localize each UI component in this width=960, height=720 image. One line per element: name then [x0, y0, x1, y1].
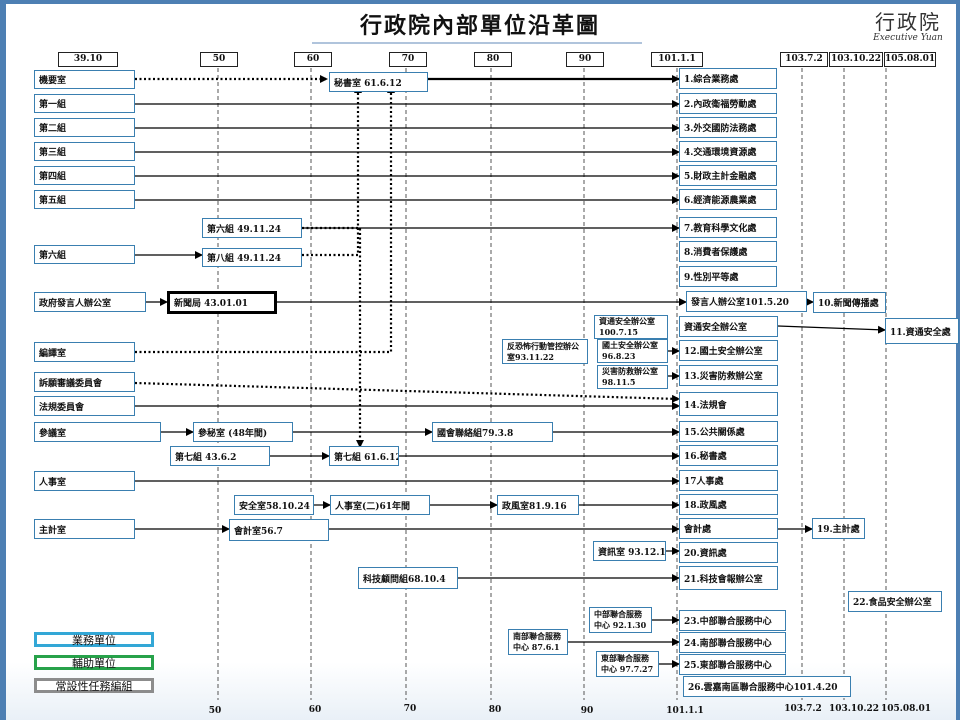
unit-jiyao: 機要室 — [34, 70, 135, 89]
timeline-bottom-103-10-22: 103.10.22 — [828, 704, 880, 714]
current-unit-1: 1.綜合業務處 — [679, 68, 777, 89]
current-unit-14: 14.法規會 — [679, 392, 778, 416]
current-unit-spokesperson: 發言人辦公室101.5.20 — [686, 291, 807, 312]
timeline-bottom-70: 70 — [403, 704, 417, 714]
timeline-bottom-80: 80 — [488, 705, 502, 715]
unit-zu8-49: 第八組 49.11.24 — [202, 248, 302, 267]
unit-zu2: 第二組 — [34, 118, 135, 137]
unit-zu1: 第一組 — [34, 94, 135, 113]
timeline-top-90: 90 — [566, 52, 604, 67]
legend-task-unit: 常設性任務編組 — [34, 678, 154, 693]
unit-suyuan: 訴願審議委員會 — [34, 372, 135, 392]
current-unit-24: 24.南部聯合服務中心 — [679, 632, 786, 653]
current-unit-12: 12.國土安全辦公室 — [679, 340, 778, 361]
later-unit-19: 19.主計處 — [812, 518, 865, 539]
unit-renshi: 人事室 — [34, 471, 135, 491]
timeline-top-80: 80 — [474, 52, 512, 67]
connector-lines — [134, 68, 887, 700]
unit-canmi: 參秘室 (48年間) — [193, 422, 293, 442]
current-unit-8: 8.消費者保護處 — [679, 241, 777, 262]
current-unit-13: 13.災害防救辦公室 — [679, 365, 778, 386]
unit-nanbu-87: 南部聯合服務中心 87.6.1 — [508, 629, 568, 655]
unit-kuaiji-56: 會計室56.7 — [229, 519, 329, 541]
unit-zaihai-98: 災害防救辦公室98.11.5 — [597, 365, 668, 389]
later-unit-11: 11.資通安全處 — [885, 318, 959, 344]
unit-guotu-anquan-96: 國土安全辦公室 96.8.23 — [597, 339, 668, 363]
timeline-top-60: 60 — [294, 52, 332, 67]
current-unit-kuaiji: 會計處 — [679, 518, 778, 539]
unit-bianyi: 編譯室 — [34, 342, 135, 362]
current-unit-18: 18.政風處 — [679, 494, 778, 515]
current-unit-15: 15.公共關係處 — [679, 421, 778, 442]
timeline-bottom-60: 60 — [308, 705, 322, 715]
current-unit-5: 5.財政主計金融處 — [679, 165, 777, 186]
current-unit-zixun-anquan: 資通安全辦公室 — [679, 316, 778, 337]
unit-zu4: 第四組 — [34, 166, 135, 185]
current-unit-9: 9.性別平等處 — [679, 266, 777, 287]
unit-zhengfeng-81: 政風室81.9.16 — [497, 495, 579, 515]
unit-zhongbu-92: 中部聯合服務中心 92.1.30 — [589, 607, 652, 633]
timeline-bottom-90: 90 — [580, 706, 594, 716]
current-unit-26: 26.雲嘉南區聯合服務中心101.4.20 — [683, 676, 851, 697]
timeline-top-103-10-22: 103.10.22 — [829, 52, 883, 67]
unit-dongbu-97: 東部聯合服務中心 97.7.27 — [596, 651, 659, 677]
unit-renshi2: 人事室(二)61年間 — [330, 495, 430, 515]
unit-fankong: 反恐怖行動管控辦公室93.11.22 — [502, 339, 588, 364]
timeline-bottom-105-08-01: 105.08.01 — [880, 704, 932, 714]
later-unit-10: 10.新聞傳播處 — [813, 292, 886, 313]
current-unit-17: 17人事處 — [679, 470, 778, 491]
timeline-top-101-1-1: 101.1.1 — [651, 52, 703, 67]
current-unit-23: 23.中部聯合服務中心 — [679, 610, 786, 631]
unit-fagui: 法規委員會 — [34, 396, 135, 416]
timeline-top-70: 70 — [389, 52, 427, 67]
legend-business-unit: 業務單位 — [34, 632, 154, 647]
unit-zu5: 第五組 — [34, 190, 135, 209]
current-unit-25: 25.東部聯合服務中心 — [679, 654, 786, 675]
current-unit-4: 4.交通環境資源處 — [679, 141, 777, 162]
current-unit-16: 16.秘書處 — [679, 445, 778, 466]
unit-zhuji: 主計室 — [34, 519, 135, 539]
unit-zu6-49: 第六組 49.11.24 — [202, 218, 302, 238]
timeline-top-39-10: 39.10 — [58, 52, 118, 67]
unit-xinwenju: 新聞局 43.01.01 — [167, 291, 277, 314]
timeline-bottom-50: 50 — [208, 706, 222, 716]
unit-govspokes: 政府發言人辦公室 — [34, 292, 146, 312]
timeline-gridlines — [217, 68, 887, 700]
timeline-top-103-7-2: 103.7.2 — [780, 52, 828, 67]
unit-zu3: 第三組 — [34, 142, 135, 161]
current-unit-7: 7.教育科學文化處 — [679, 217, 777, 238]
unit-zixun-room-93: 資訊室 93.12.1 — [593, 541, 666, 561]
timeline-top-50: 50 — [200, 52, 238, 67]
current-unit-3: 3.外交國防法務處 — [679, 117, 777, 138]
unit-zu7-43: 第七組 43.6.2 — [170, 446, 270, 466]
unit-mishu-room-61: 秘書室 61.6.12 — [329, 72, 428, 92]
legend-support-unit: 輔助單位 — [34, 655, 154, 670]
current-unit-20: 20.資訊處 — [679, 542, 778, 563]
timeline-bottom-101-1-1: 101.1.1 — [666, 706, 704, 716]
unit-zixun-anquan-100: 資通安全辦公室 100.7.15 — [594, 315, 668, 339]
current-unit-6: 6.經濟能源農業處 — [679, 189, 777, 210]
current-unit-2: 2.內政衛福勞動處 — [679, 93, 777, 114]
unit-keji-guwen: 科技顧問組68.10.4 — [358, 567, 458, 589]
current-unit-21: 21.科技會報辦公室 — [679, 566, 778, 590]
unit-anquan-58: 安全室58.10.24 — [234, 495, 314, 515]
timeline-top-105-08-01: 105.08.01 — [884, 52, 936, 67]
later-unit-22: 22.食品安全辦公室 — [848, 591, 942, 612]
unit-canyi: 參議室 — [34, 422, 161, 442]
timeline-bottom-103-7-2: 103.7.2 — [784, 704, 822, 714]
unit-zu6: 第六組 — [34, 245, 135, 264]
unit-zu7-61: 第七組 61.6.12 — [329, 446, 399, 466]
unit-guohui: 國會聯絡組79.3.8 — [432, 422, 553, 442]
